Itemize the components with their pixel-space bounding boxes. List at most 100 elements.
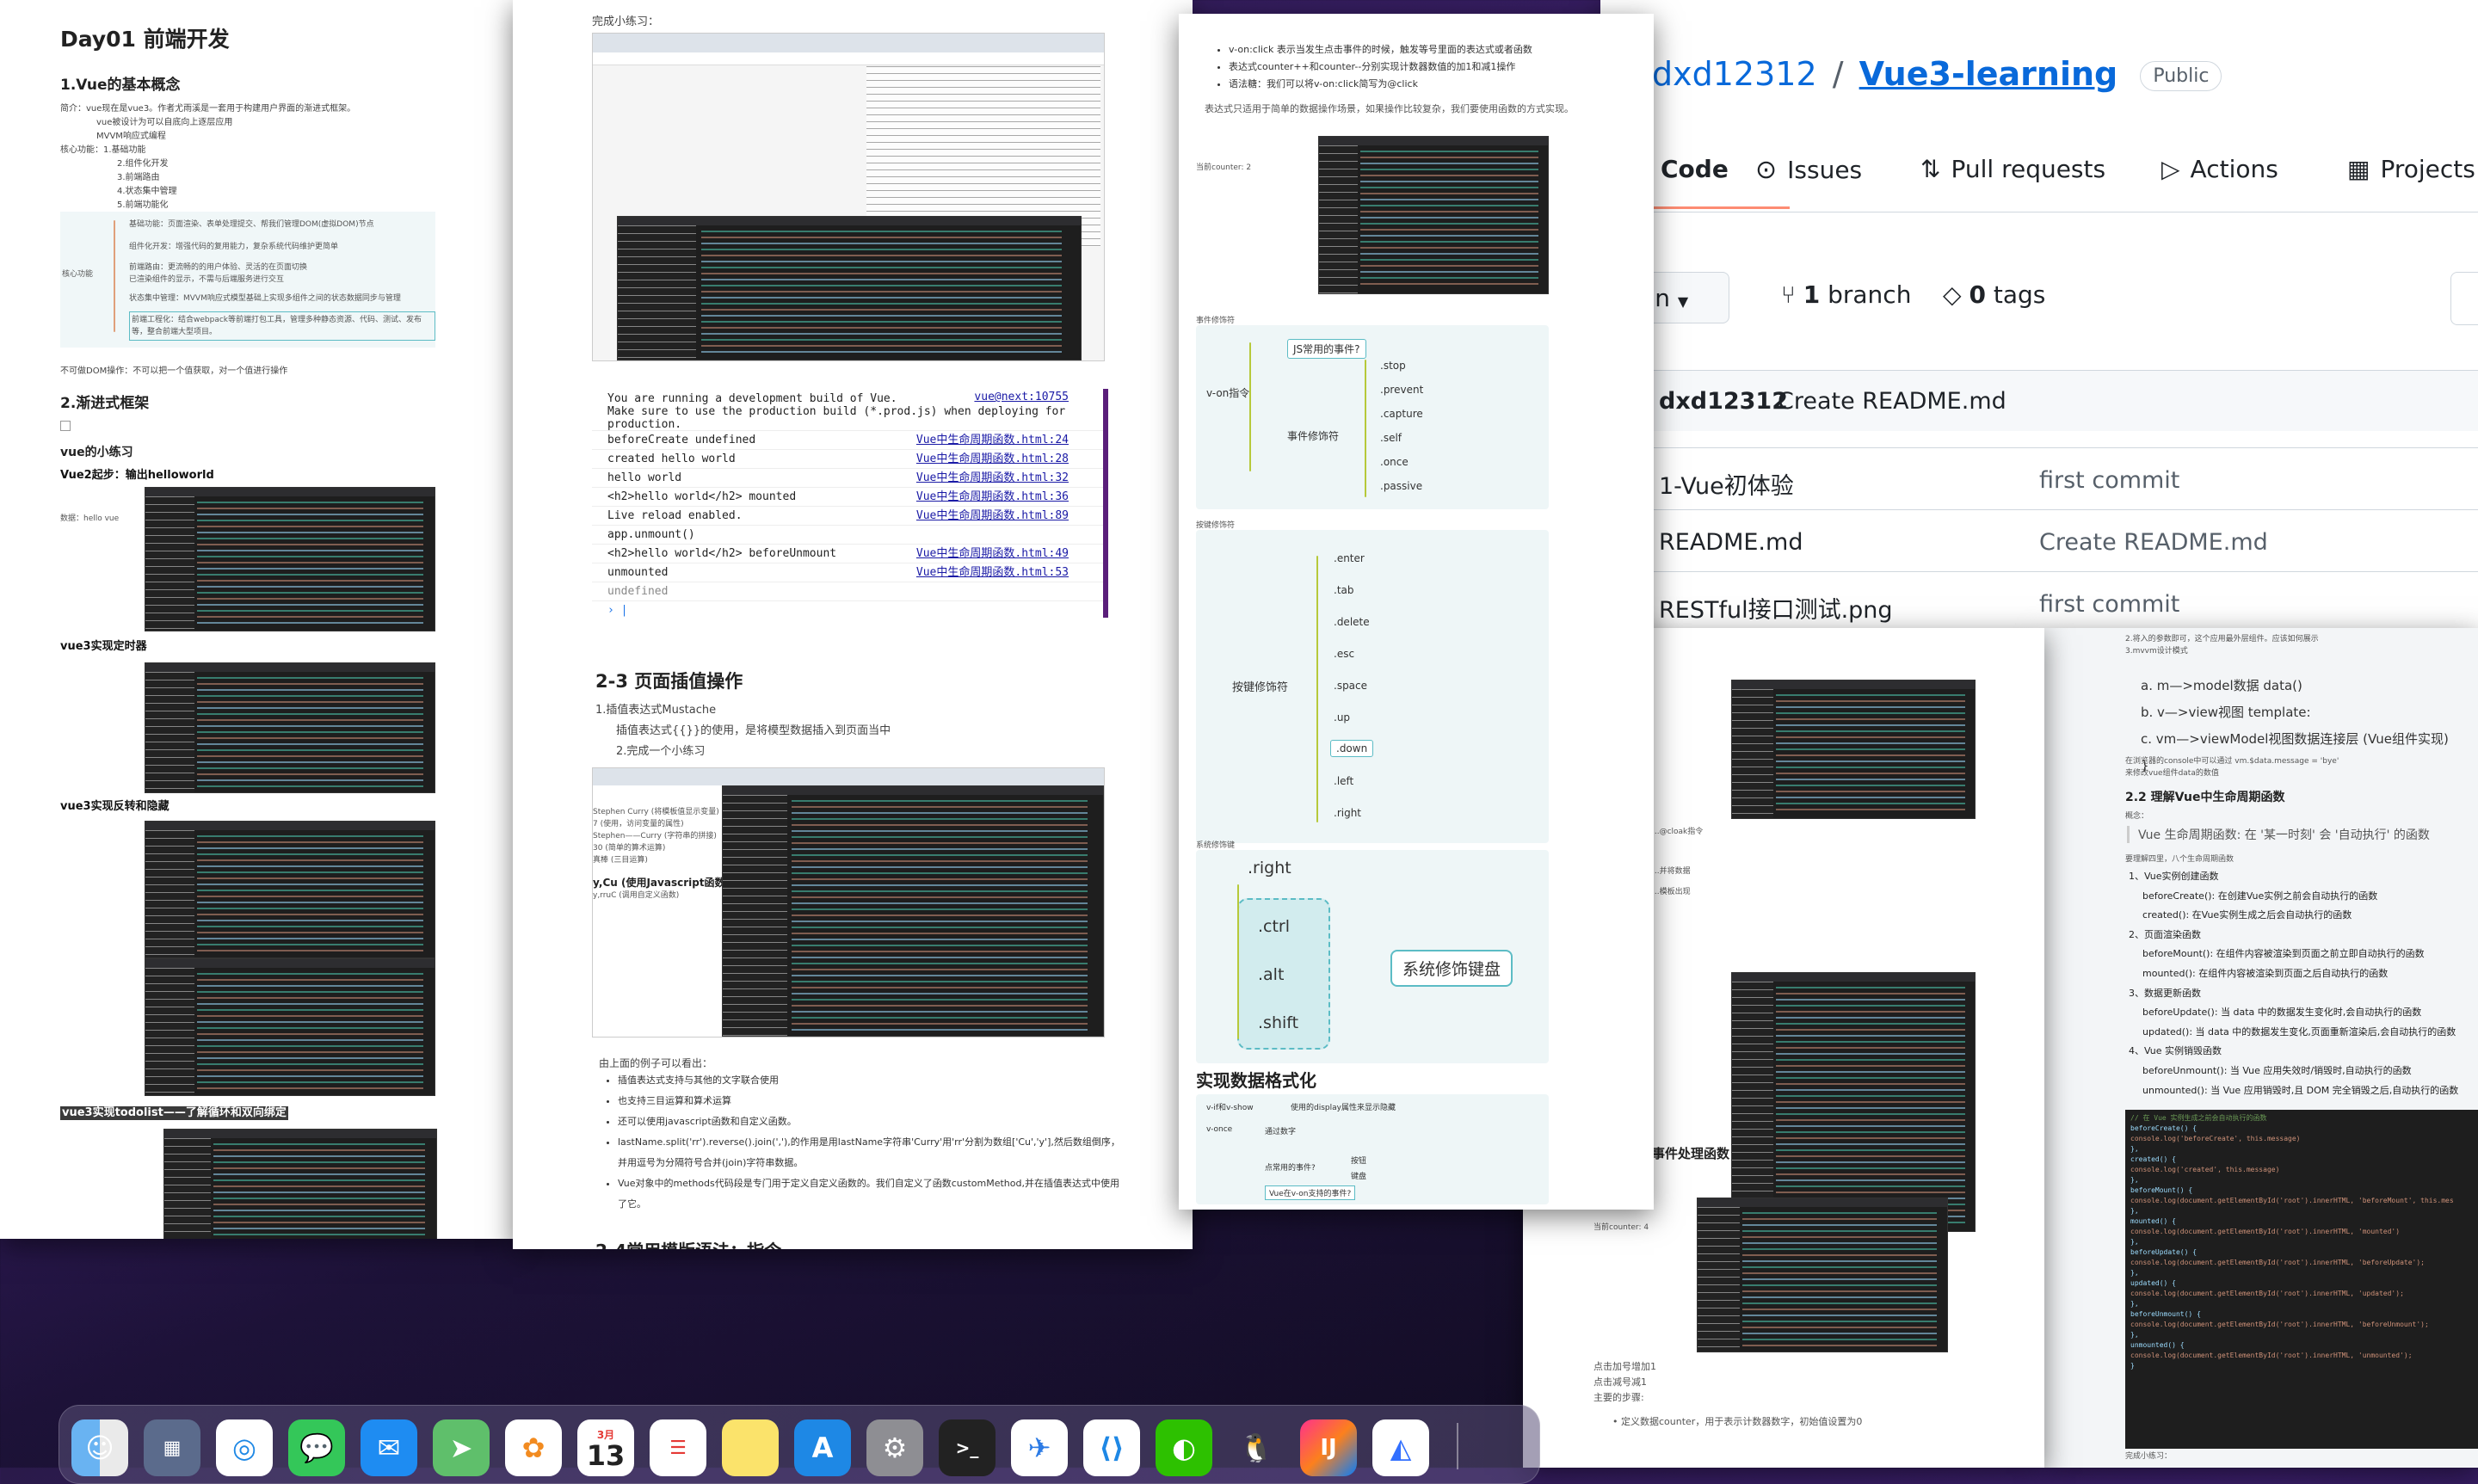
core-item: 4.状态集中管理 xyxy=(117,187,177,196)
mindmap-node: 事件修饰符 xyxy=(1287,430,1340,442)
von-note: v-on:click 表示当发生点击事件的时候，触发等号里面的表达式或者函数 xyxy=(1229,41,1654,58)
mindmap-item: 前端路由：更流畅的的用户体验、灵活的在页面切换 已渲染组件的显示，不需与后端服务… xyxy=(129,263,308,284)
photos-icon[interactable]: ✿ xyxy=(505,1419,562,1476)
file-row[interactable]: 1-Vue初体验 first commit xyxy=(1600,447,2478,510)
heading-todolist: vue3实现todolist——了解循环和双向绑定 xyxy=(60,1106,288,1120)
file-row[interactable]: README.md Create README.md xyxy=(1600,509,2478,572)
tab-issues[interactable]: ⊙ Issues xyxy=(1755,155,1862,185)
safari-icon[interactable]: ◎ xyxy=(216,1419,273,1476)
feishu-icon[interactable]: ✈ xyxy=(1011,1419,1068,1476)
console-source-link[interactable]: Vue中生命周期函数.html:49 xyxy=(916,545,1069,563)
heading-interpolation: 2-3 页面插值操作 xyxy=(595,671,743,692)
console-line: <h2>hello world</h2> beforeUnmount Vue中生命… xyxy=(592,545,1103,563)
mindmap-leaf: .enter xyxy=(1334,552,1365,564)
lifecycle-item: created(): 在Vue实例生成之后会自动执行的函数 xyxy=(2142,909,2352,921)
intro-line: 2.将入的参数即可，这个应用最外层组件。应该如何展示 xyxy=(2125,635,2319,643)
mindmap-node: 使用的display属性来显示隐藏 xyxy=(1291,1104,1396,1112)
console-text: undefined xyxy=(607,585,669,598)
play-icon: ▷ xyxy=(2161,155,2180,183)
tag-label: tags xyxy=(1993,280,2046,309)
file-commit-msg[interactable]: Create README.md xyxy=(2039,529,2268,556)
console-prompt[interactable]: › | xyxy=(592,601,1103,619)
code-line: }, xyxy=(2130,1331,2139,1339)
mvvm-item: c. vm—>viewModel视图数据连接层 (Vue组件实现) xyxy=(2141,731,2449,747)
lark-icon[interactable]: ◭ xyxy=(1372,1419,1429,1476)
appstore-icon[interactable]: A xyxy=(794,1419,851,1476)
summary-item: lastName.split('rr').reverse().join(',')… xyxy=(618,1132,1125,1173)
lifecycle-item: beforeUnmount(): 当 Vue 应用失效时/销毁时,自动执行的函数 xyxy=(2142,1064,2412,1076)
reminders-icon[interactable]: ☰ xyxy=(650,1419,706,1476)
mindmap-item: 组件化开发：增强代码的复用能力，复杂系统代码维护更简单 xyxy=(129,243,339,251)
file-commit-msg[interactable]: first commit xyxy=(2039,467,2179,494)
messages-icon[interactable]: 💬 xyxy=(288,1419,345,1476)
commit-author[interactable]: dxd12312 xyxy=(1659,388,1788,415)
heading-format: 实现数据格式化 xyxy=(1196,1070,1316,1091)
tab-code[interactable]: Code xyxy=(1661,155,1729,183)
calendar-day: 13 xyxy=(586,1438,626,1472)
lifecycle-item: 1、Vue实例创建函数 xyxy=(2129,871,2219,882)
settings-icon[interactable]: ⚙ xyxy=(866,1419,923,1476)
qq-icon[interactable]: 🐧 xyxy=(1228,1419,1285,1476)
file-name[interactable]: RESTful接口测试.png xyxy=(1659,591,1893,625)
file-name[interactable]: README.md xyxy=(1659,529,1803,556)
broken-image-icon xyxy=(60,421,71,431)
console-source-link[interactable]: Vue中生命周期函数.html:24 xyxy=(916,431,1069,449)
code-line: created() { xyxy=(2130,1155,2176,1163)
notes-icon[interactable] xyxy=(722,1419,779,1476)
tab-pull-requests[interactable]: ⇅ Pull requests xyxy=(1920,155,2105,183)
pull-request-icon: ⇅ xyxy=(1920,155,1941,183)
repo-owner-link[interactable]: dxd12312 xyxy=(1652,55,1817,93)
mindmap-leaf: .space xyxy=(1334,680,1368,692)
terminal-icon[interactable]: >_ xyxy=(939,1419,996,1476)
summary-item: 还可以使用javascript函数和自定义函数。 xyxy=(618,1111,1125,1132)
footer-text: 完成小练习： xyxy=(2125,1452,2173,1461)
tab-projects[interactable]: ▦ Projects xyxy=(2347,155,2475,183)
launchpad-icon[interactable]: ▦ xyxy=(144,1419,200,1476)
file-name[interactable]: 1-Vue初体验 xyxy=(1659,467,1794,501)
mail-icon[interactable]: ✉ xyxy=(361,1419,417,1476)
hello-caption: 数据：hello vue xyxy=(60,514,120,523)
console-source-link[interactable]: vue@next:10755 xyxy=(974,391,1069,403)
summary-list: 插值表达式支持与其他的文字联合使用 也支持三目运算和算术运算 还可以使用java… xyxy=(599,1070,1125,1215)
commit-message[interactable]: Create README.md xyxy=(1778,388,2006,415)
file-commit-msg[interactable]: first commit xyxy=(2039,591,2179,618)
console-source-link[interactable]: Vue中生命周期函数.html:53 xyxy=(916,563,1069,582)
code-line: console.log(document.getElementById('roo… xyxy=(2130,1197,2454,1204)
dom-note: 不可做DOM操作：不可以把一个值获取，对一个值进行操作 xyxy=(60,366,288,376)
mindmap-root: v-on指令 xyxy=(1206,387,1250,399)
github-window: dxd12312 / Vue3-learning Public Code ⊙ Is… xyxy=(1600,0,2478,628)
code-line: unmounted() { xyxy=(2130,1341,2185,1349)
mindmap-node: Vue在v-on支持的事件? xyxy=(1265,1185,1356,1200)
repo-path: dxd12312 / Vue3-learning Public xyxy=(1652,55,2222,93)
console-text: unmounted xyxy=(607,566,669,579)
tab-actions[interactable]: ▷ Actions xyxy=(2161,155,2278,183)
mindmap-leaf: .ctrl xyxy=(1258,917,1291,936)
branches-link[interactable]: ⑂ 1 branch xyxy=(1781,280,1911,309)
intellij-icon[interactable]: IJ xyxy=(1300,1419,1357,1476)
screenshot-timer xyxy=(145,662,435,793)
console-source-link[interactable]: Vue中生命周期函数.html:32 xyxy=(916,469,1069,487)
wechat-icon[interactable]: ◐ xyxy=(1156,1419,1212,1476)
file-row[interactable]: RESTful接口测试.png first commit xyxy=(1600,571,2478,628)
lifecycle-item: 2、页面渲染函数 xyxy=(2129,928,2201,940)
go-to-file-button[interactable] xyxy=(2450,272,2478,325)
console-source-link[interactable]: Vue中生命周期函数.html:89 xyxy=(916,507,1069,525)
console-line: <h2>hello world</h2> mounted Vue中生命周期函数.h… xyxy=(592,488,1103,507)
lifecycle-item: beforeCreate(): 在创建Vue实例之前会自动执行的函数 xyxy=(2142,890,2378,902)
lifecycle-document-window: 2.将入的参数即可，这个应用最外层组件。应该如何展示 3.mvvm设计模式 a.… xyxy=(2044,628,2478,1468)
console-source-link[interactable]: Vue中生命周期函数.html:28 xyxy=(916,450,1069,468)
screenshot-toggle-2 xyxy=(145,958,435,1096)
middle-document-window: 完成小练习： You are running a development bui… xyxy=(513,0,1193,1249)
summary-item: Vue对象中的methods代码段是专门用于定义自定义函数的。我们自定义了函数c… xyxy=(618,1173,1125,1215)
console-text: hello world xyxy=(607,471,682,484)
repo-name-link[interactable]: Vue3-learning xyxy=(1859,55,2118,93)
maps-icon[interactable]: ➤ xyxy=(433,1419,490,1476)
output-line: 30 (简单的算术运算) xyxy=(593,844,666,853)
code-line: console.log(document.getElementById('roo… xyxy=(2130,1228,2401,1235)
console-source-link[interactable]: Vue中生命周期函数.html:36 xyxy=(916,488,1069,506)
mindmap-leaf: .once xyxy=(1380,456,1409,468)
tags-link[interactable]: ◇ 0 tags xyxy=(1943,280,2045,309)
calendar-icon[interactable]: 3月 13 xyxy=(577,1419,634,1476)
finder-icon[interactable]: ☺ xyxy=(71,1419,128,1476)
vscode-icon[interactable]: ⟨⟩ xyxy=(1083,1419,1140,1476)
